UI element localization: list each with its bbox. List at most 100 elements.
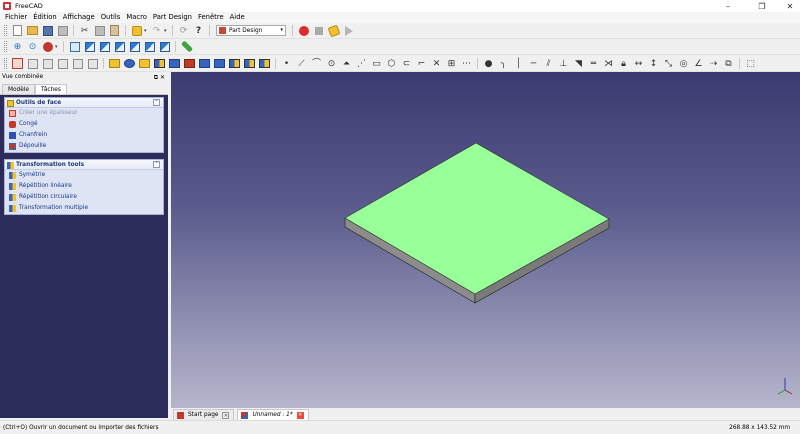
- view-rear-icon[interactable]: [129, 41, 141, 53]
- undo-icon[interactable]: [131, 25, 143, 37]
- paste-icon[interactable]: [109, 25, 121, 37]
- draw-style-dropdown-icon[interactable]: ▾: [55, 41, 60, 53]
- view-isometric-icon[interactable]: [69, 41, 81, 53]
- constraint-point-on-object-icon[interactable]: ╮: [498, 58, 510, 70]
- constraint-parallel-icon[interactable]: ⫽: [543, 58, 555, 70]
- undo-dropdown-icon[interactable]: ▾: [144, 25, 149, 37]
- sketch-fillet-icon[interactable]: ⌐: [416, 58, 428, 70]
- constraint-distance-icon[interactable]: ⤡: [663, 58, 675, 70]
- copy-icon[interactable]: [94, 25, 106, 37]
- sketch-conic-icon[interactable]: ⏶: [341, 58, 353, 70]
- task-chamfer[interactable]: Chanfrein: [5, 130, 163, 141]
- menu-macro[interactable]: Macro: [123, 12, 150, 23]
- task-draft[interactable]: Dépouille: [5, 141, 163, 152]
- collapse-icon[interactable]: ˄: [153, 99, 160, 106]
- datum-point-icon[interactable]: [57, 58, 69, 70]
- print-icon[interactable]: [57, 25, 69, 37]
- menu-edition[interactable]: Édition: [30, 12, 60, 23]
- view-bottom-icon[interactable]: [144, 41, 156, 53]
- collapse-icon[interactable]: ˄: [153, 161, 160, 168]
- groove-icon[interactable]: [199, 58, 211, 70]
- task-linear-pattern[interactable]: Répétition linéaire: [5, 181, 163, 192]
- doc-tab-start-page[interactable]: Start page ✕: [173, 409, 235, 420]
- pipe-icon[interactable]: [154, 58, 166, 70]
- view-left-icon[interactable]: [159, 41, 171, 53]
- save-icon[interactable]: [42, 25, 54, 37]
- loft-icon[interactable]: [139, 58, 151, 70]
- chamfer-toolbar-icon[interactable]: [259, 58, 271, 70]
- refresh-icon[interactable]: ⟳: [178, 25, 190, 37]
- constraint-coincident-icon[interactable]: ●: [483, 58, 495, 70]
- sketch-trim-icon[interactable]: ✕: [431, 58, 443, 70]
- macro-stop-icon[interactable]: [313, 25, 325, 37]
- sketch-polygon-icon[interactable]: ⬡: [386, 58, 398, 70]
- constraint-lock-icon[interactable]: 🔒︎: [618, 58, 630, 70]
- datum-plane-icon[interactable]: [87, 58, 99, 70]
- sketch-polyline-icon[interactable]: ⋰: [356, 58, 368, 70]
- create-body-icon[interactable]: [12, 58, 24, 70]
- 3d-view[interactable]: [171, 72, 800, 408]
- menu-fichier[interactable]: Fichier: [2, 12, 30, 23]
- menu-fenetre[interactable]: Fenêtre: [195, 12, 227, 23]
- sketch-construction-icon[interactable]: ⋯: [461, 58, 473, 70]
- doc-tab-unnamed[interactable]: Unnamed : 1* ✕: [237, 409, 309, 420]
- close-tab-icon[interactable]: ✕: [222, 411, 230, 419]
- sketch-line-icon[interactable]: ⟋: [296, 58, 308, 70]
- redo-dropdown-icon[interactable]: ▾: [164, 25, 169, 37]
- menu-aide[interactable]: Aide: [227, 12, 248, 23]
- constraint-symmetric-icon[interactable]: ⋊: [603, 58, 615, 70]
- menu-outils[interactable]: Outils: [98, 12, 124, 23]
- menu-part-design[interactable]: Part Design: [150, 12, 195, 23]
- tab-taches[interactable]: Tâches: [34, 84, 67, 94]
- sketch-slot-icon[interactable]: ⊂: [401, 58, 413, 70]
- macro-record-icon[interactable]: [298, 25, 310, 37]
- constraint-distance-y-icon[interactable]: ↕: [648, 58, 660, 70]
- taskbox-header[interactable]: Outils de face ˄: [5, 98, 163, 108]
- constraint-equal-icon[interactable]: ═: [588, 58, 600, 70]
- subtractive-loft-icon[interactable]: [214, 58, 226, 70]
- pocket-icon[interactable]: [169, 58, 181, 70]
- create-sketch-icon[interactable]: [27, 58, 39, 70]
- subtractive-pipe-icon[interactable]: [229, 58, 241, 70]
- close-tab-icon[interactable]: ✕: [296, 411, 304, 419]
- constraint-radius-icon[interactable]: ◎: [678, 58, 690, 70]
- open-folder-icon[interactable]: [27, 25, 39, 37]
- tab-modele[interactable]: Modèle: [2, 84, 35, 94]
- validate-sketch-icon[interactable]: [42, 58, 54, 70]
- measure-icon[interactable]: [180, 40, 193, 53]
- pad-icon[interactable]: [109, 58, 121, 70]
- whats-this-icon[interactable]: ?: [193, 25, 205, 37]
- constraint-distance-x-icon[interactable]: ↔: [633, 58, 645, 70]
- constraint-snell-icon[interactable]: ⇢: [708, 58, 720, 70]
- workbench-selector[interactable]: Part Design ▾: [216, 25, 286, 36]
- sketch-circle-icon[interactable]: ⊙: [326, 58, 338, 70]
- sketch-point-icon[interactable]: •: [281, 58, 293, 70]
- macro-edit-icon[interactable]: [327, 24, 340, 37]
- sketch-arc-icon[interactable]: ⌒: [311, 58, 323, 70]
- task-multi-transform[interactable]: Transformation multiple: [5, 203, 163, 214]
- constraint-perpendicular-icon[interactable]: ⊥: [558, 58, 570, 70]
- constraint-internal-icon[interactable]: ⧉: [723, 58, 735, 70]
- task-mirrored[interactable]: Symétrie: [5, 170, 163, 181]
- view-right-icon[interactable]: [114, 41, 126, 53]
- datum-line-icon[interactable]: [72, 58, 84, 70]
- sketch-external-icon[interactable]: ⊞: [446, 58, 458, 70]
- cut-icon[interactable]: ✂: [79, 25, 91, 37]
- dock-buttons[interactable]: ⧉ ✕: [154, 72, 165, 83]
- new-document-icon[interactable]: [12, 25, 24, 37]
- plate-top-face[interactable]: [344, 142, 610, 295]
- taskbox-header[interactable]: Transformation tools ˄: [5, 160, 163, 170]
- redo-icon[interactable]: ↷: [151, 25, 163, 37]
- fit-selection-icon[interactable]: ⊙: [27, 41, 39, 53]
- task-fillet[interactable]: Congé: [5, 119, 163, 130]
- constraint-vertical-icon[interactable]: │: [513, 58, 525, 70]
- revolution-icon[interactable]: [124, 58, 136, 70]
- macro-run-icon[interactable]: [343, 25, 355, 37]
- task-polar-pattern[interactable]: Répétition circulaire: [5, 192, 163, 203]
- constraint-tangent-icon[interactable]: ◥: [573, 58, 585, 70]
- constraint-angle-icon[interactable]: ∠: [693, 58, 705, 70]
- fit-all-icon[interactable]: ⊕: [12, 41, 24, 53]
- task-thickness[interactable]: Créer une épaisseur: [5, 108, 163, 119]
- minimize-button[interactable]: –: [718, 0, 738, 12]
- view-top-icon[interactable]: [99, 41, 111, 53]
